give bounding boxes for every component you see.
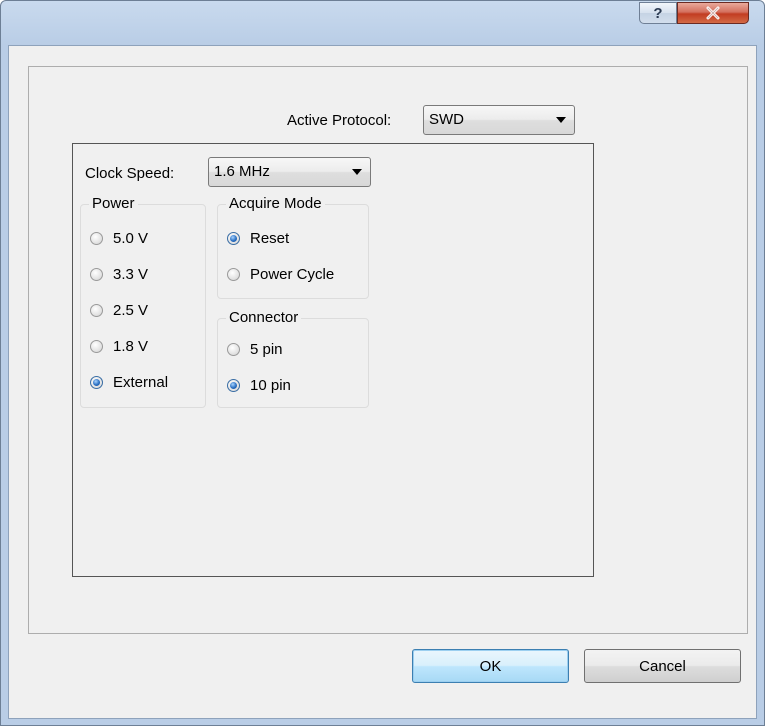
- active-protocol-value: SWD: [429, 111, 464, 128]
- acquire-option-label: Reset: [250, 230, 290, 247]
- power-option-external[interactable]: External: [90, 374, 168, 391]
- power-option-2v5[interactable]: 2.5 V: [90, 302, 148, 319]
- power-option-3v3[interactable]: 3.3 V: [90, 266, 148, 283]
- protocol-settings-frame: Clock Speed: 1.6 MHz Power 5.0 V 3.3 V 2…: [72, 143, 594, 577]
- acquire-option-power-cycle[interactable]: Power Cycle: [227, 266, 334, 283]
- radio-button-icon[interactable]: [227, 268, 240, 281]
- clock-speed-value: 1.6 MHz: [214, 163, 270, 180]
- radio-button-icon[interactable]: [90, 340, 103, 353]
- chevron-down-icon: [352, 169, 362, 175]
- close-x-icon: [706, 6, 720, 20]
- settings-panel: Active Protocol: SWD Clock Speed: 1.6 MH…: [28, 66, 748, 634]
- acquire-mode-group: Acquire Mode Reset Power Cycle: [217, 195, 369, 299]
- question-mark-icon: ?: [653, 4, 663, 22]
- connector-option-10pin[interactable]: 10 pin: [227, 377, 291, 394]
- ok-button[interactable]: OK: [412, 649, 569, 683]
- connector-option-label: 10 pin: [250, 377, 291, 394]
- title-bar: ?: [1, 1, 764, 45]
- radio-button-icon[interactable]: [227, 343, 240, 356]
- dialog-window: ? Active Protocol: SWD Clock Speed: 1.6 …: [0, 0, 765, 726]
- radio-button-selected-icon[interactable]: [227, 379, 240, 392]
- connector-group-title: Connector: [226, 309, 302, 326]
- radio-button-selected-icon[interactable]: [227, 232, 240, 245]
- power-group-title: Power: [89, 195, 138, 212]
- cancel-button[interactable]: Cancel: [584, 649, 741, 683]
- active-protocol-label: Active Protocol:: [287, 112, 392, 129]
- power-option-label: 1.8 V: [113, 338, 149, 355]
- acquire-option-label: Power Cycle: [250, 266, 335, 283]
- power-group: Power 5.0 V 3.3 V 2.5 V 1.8 V External: [80, 195, 206, 408]
- connector-group: Connector 5 pin 10 pin: [217, 309, 369, 408]
- dialog-client-area: Active Protocol: SWD Clock Speed: 1.6 MH…: [8, 45, 757, 719]
- radio-button-icon[interactable]: [90, 232, 103, 245]
- chevron-down-icon: [556, 117, 566, 123]
- help-button[interactable]: ?: [639, 2, 677, 24]
- power-option-label: External: [113, 374, 169, 391]
- power-option-label: 2.5 V: [113, 302, 149, 319]
- radio-button-icon[interactable]: [90, 304, 103, 317]
- clock-speed-dropdown[interactable]: 1.6 MHz: [208, 157, 371, 187]
- power-option-label: 5.0 V: [113, 230, 149, 247]
- power-option-label: 3.3 V: [113, 266, 149, 283]
- radio-button-selected-icon[interactable]: [90, 376, 103, 389]
- power-option-5v[interactable]: 5.0 V: [90, 230, 148, 247]
- power-option-1v8[interactable]: 1.8 V: [90, 338, 148, 355]
- close-button[interactable]: [677, 2, 749, 24]
- active-protocol-dropdown[interactable]: SWD: [423, 105, 575, 135]
- connector-option-5pin[interactable]: 5 pin: [227, 341, 283, 358]
- clock-speed-label: Clock Speed:: [85, 165, 175, 182]
- acquire-mode-group-title: Acquire Mode: [226, 195, 325, 212]
- connector-option-label: 5 pin: [250, 341, 283, 358]
- radio-button-icon[interactable]: [90, 268, 103, 281]
- acquire-option-reset[interactable]: Reset: [227, 230, 289, 247]
